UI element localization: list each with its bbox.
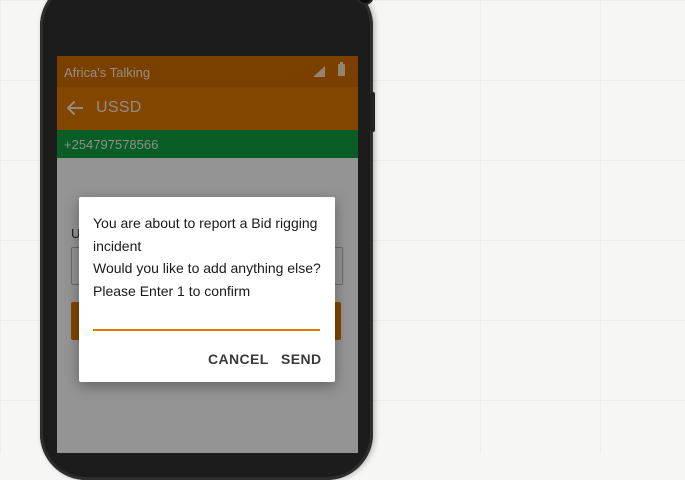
dialog-response-input[interactable] — [93, 305, 320, 331]
volume-button — [370, 92, 375, 132]
dialog-message: You are about to report a Bid rigging in… — [93, 212, 328, 302]
ussd-dialog: You are about to report a Bid rigging in… — [79, 197, 335, 382]
dialog-message-line: You are about to report a Bid rigging in… — [93, 215, 318, 254]
cancel-button[interactable]: CANCEL — [208, 351, 269, 367]
dialog-message-line: Would you like to add anything else? Ple… — [93, 260, 321, 299]
send-button[interactable]: SEND — [281, 351, 322, 367]
